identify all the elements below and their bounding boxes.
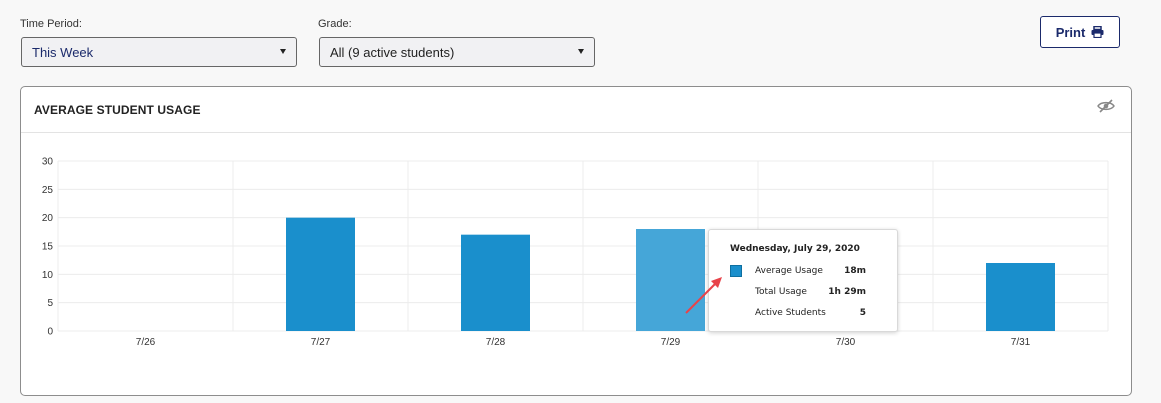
x-tick-label: 7/27 [311,337,331,348]
chart-bar [286,217,355,331]
x-tick-label: 7/26 [136,337,156,348]
tooltip-row-value: 1h 29m [828,287,866,297]
x-tick-label: 7/28 [486,337,506,348]
tooltip-row-label: Average Usage [755,266,823,276]
chart-bar [461,234,530,331]
y-tick-label: 10 [42,270,54,281]
x-tick-label: 7/29 [661,337,681,348]
y-tick-label: 0 [47,327,53,338]
chart-tooltip: Wednesday, July 29, 2020 Average Usage 1… [708,229,898,332]
x-tick-label: 7/31 [1011,337,1031,348]
y-tick-label: 20 [42,213,54,224]
usage-bar-chart: 0 5 10 15 20 25 30 7/26 7/27 7/28 7/29 7/30 7/31 [42,157,1109,348]
x-tick-label: 7/30 [836,337,856,348]
tooltip-row-value: 5 [859,308,866,318]
tooltip-row-label: Total Usage [755,287,807,297]
tooltip-series-swatch [730,265,742,277]
y-tick-label: 15 [42,242,54,253]
y-tick-label: 5 [47,298,53,309]
tooltip-title: Wednesday, July 29, 2020 [730,244,860,254]
y-tick-label: 30 [42,157,54,168]
y-tick-label: 25 [42,185,54,196]
chart-bar [636,229,705,331]
tooltip-row-value: 18m [844,266,866,276]
tooltip-row-label: Active Students [755,308,826,318]
chart-bar [986,263,1055,331]
